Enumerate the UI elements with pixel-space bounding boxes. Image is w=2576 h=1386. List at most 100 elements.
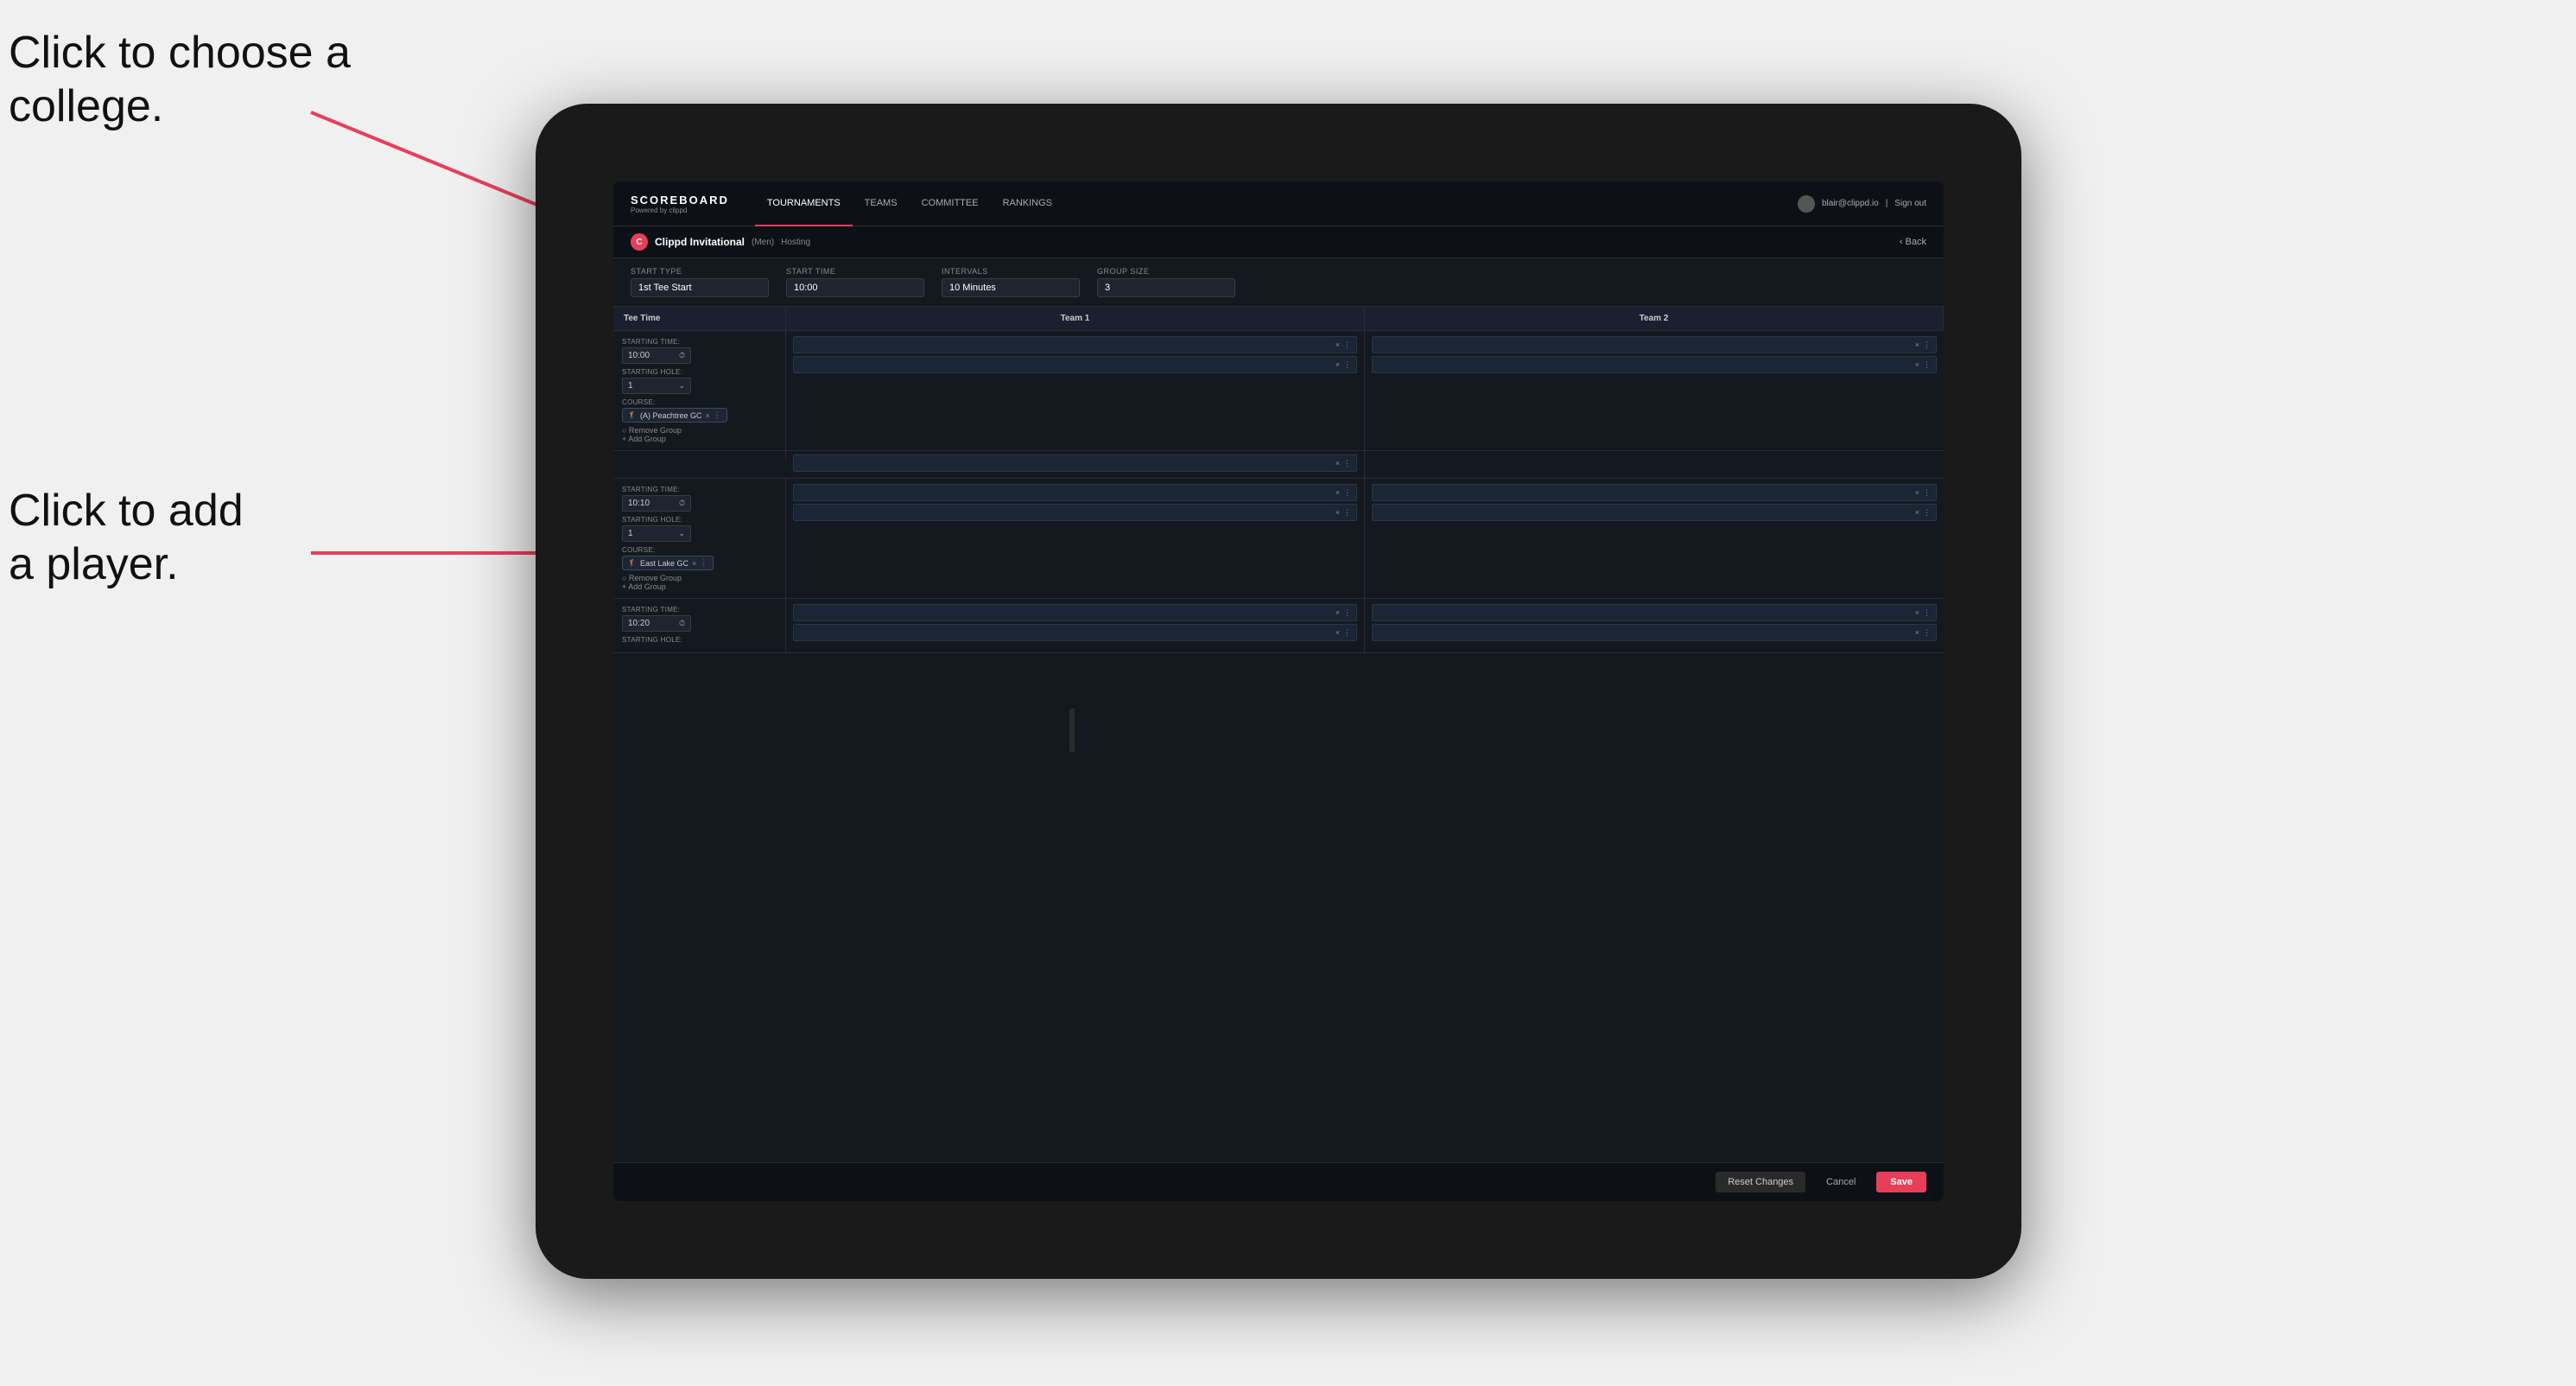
intervals-label: Intervals: [942, 267, 1080, 276]
remove-group-1[interactable]: ○ Remove Group: [622, 426, 777, 435]
add-group-1[interactable]: +Add Group: [622, 435, 777, 443]
tablet-side-button: [1069, 709, 1075, 752]
course-icon-1: 🏌: [628, 411, 637, 419]
nav-separator: |: [1886, 199, 1888, 208]
annotation-line2: college.: [9, 81, 163, 131]
nav-rankings[interactable]: RANKINGS: [991, 181, 1064, 226]
player-slot-x-3-1[interactable]: ×: [1336, 488, 1340, 497]
nav-committee[interactable]: COMMITTEE: [910, 181, 991, 226]
intervals-select[interactable]: 10 Minutes: [942, 278, 1080, 297]
tablet-screen: SCOREBOARD Powered by clippd TOURNAMENTS…: [613, 181, 1944, 1201]
starting-time-label-1: STARTING TIME:: [622, 338, 777, 346]
intervals-group: Intervals 10 Minutes: [942, 267, 1080, 297]
nav-teams[interactable]: TEAMS: [853, 181, 910, 226]
extra-slot-dots-1: ⋮: [1343, 459, 1351, 468]
starting-hole-label-3: STARTING HOLE:: [622, 636, 777, 644]
course-badge-2[interactable]: 🏌 East Lake GC × ⋮: [622, 556, 714, 570]
player-slot-5-2[interactable]: × ⋮: [793, 624, 1357, 641]
starting-hole-input-1[interactable]: 1⌄: [622, 378, 691, 394]
breadcrumb: C Clippd Invitational (Men) Hosting: [631, 233, 810, 251]
course-remove-1[interactable]: ×: [706, 411, 710, 420]
tablet-frame: SCOREBOARD Powered by clippd TOURNAMENTS…: [536, 104, 2021, 1279]
starting-time-input-3[interactable]: 10:20⏱: [622, 615, 691, 632]
annotation-line3: Click to add: [9, 486, 244, 536]
starting-hole-input-2[interactable]: 1⌄: [622, 525, 691, 542]
extra-row-1: × ⋮: [613, 451, 1944, 479]
group-row-3: STARTING TIME: 10:20⏱ STARTING HOLE: × ⋮…: [613, 599, 1944, 653]
start-type-select[interactable]: 1st Tee Start: [631, 278, 769, 297]
table-header: Tee Time Team 1 Team 2: [613, 307, 1944, 331]
player-slot-4-1[interactable]: × ⋮: [1372, 484, 1937, 501]
player-slot-x-5-1[interactable]: ×: [1336, 608, 1340, 617]
extra-left-1: [613, 451, 786, 460]
reset-button[interactable]: Reset Changes: [1716, 1172, 1805, 1192]
player-slot-dots-5-2: ⋮: [1343, 628, 1351, 638]
player-slot-dots-1-1: ⋮: [1343, 340, 1351, 350]
cancel-button[interactable]: Cancel: [1814, 1172, 1868, 1192]
annotation-line1: Click to choose a: [9, 28, 351, 78]
extra-slot-1[interactable]: × ⋮: [793, 455, 1357, 472]
start-time-input[interactable]: [786, 278, 924, 297]
player-slot-x-3-2[interactable]: ×: [1336, 508, 1340, 517]
col-team2: Team 2: [1365, 307, 1944, 330]
col-team1: Team 1: [786, 307, 1365, 330]
user-email: blair@clippd.io: [1822, 199, 1879, 208]
player-slot-dots-4-1: ⋮: [1923, 488, 1931, 498]
nav-tournaments[interactable]: TOURNAMENTS: [755, 181, 853, 226]
player-slot-dots-5-1: ⋮: [1343, 608, 1351, 618]
team2-col-2: × ⋮ × ⋮: [1365, 479, 1944, 598]
course-dots-2: ⋮: [700, 558, 707, 568]
course-badge-1[interactable]: 🏌 (A) Peachtree GC × ⋮: [622, 408, 727, 423]
player-slot-6-1[interactable]: × ⋮: [1372, 604, 1937, 621]
group-left-2: STARTING TIME: 10:10⏱ STARTING HOLE: 1⌄ …: [613, 479, 786, 598]
add-group-2[interactable]: +Add Group: [622, 582, 777, 591]
player-slot-dots-3-1: ⋮: [1343, 488, 1351, 498]
player-slot-x-2-1[interactable]: ×: [1915, 340, 1919, 349]
col-tee-time: Tee Time: [613, 307, 786, 330]
group-size-group: Group Size: [1097, 267, 1235, 297]
starting-hole-label-2: STARTING HOLE:: [622, 516, 777, 524]
player-slot-x-2-2[interactable]: ×: [1915, 360, 1919, 369]
player-slot-5-1[interactable]: × ⋮: [793, 604, 1357, 621]
player-slot-x-5-2[interactable]: ×: [1336, 628, 1340, 637]
sign-out-link[interactable]: Sign out: [1894, 199, 1926, 208]
logo-area: SCOREBOARD Powered by clippd: [631, 194, 729, 214]
player-slot-4-2[interactable]: × ⋮: [1372, 504, 1937, 521]
player-slot-1-2[interactable]: × ⋮: [793, 356, 1357, 373]
schedule-table: Tee Time Team 1 Team 2 STARTING TIME: 10…: [613, 307, 1944, 1162]
team1-col-2: × ⋮ × ⋮: [786, 479, 1365, 598]
back-button[interactable]: ‹ Back: [1900, 237, 1926, 247]
group-row-1: STARTING TIME: 10:00⏱ STARTING HOLE: 1⌄ …: [613, 331, 1944, 451]
player-slot-x-4-1[interactable]: ×: [1915, 488, 1919, 497]
save-button[interactable]: Save: [1876, 1172, 1926, 1192]
starting-time-input-1[interactable]: 10:00⏱: [622, 347, 691, 364]
remove-group-2[interactable]: ○ Remove Group: [622, 574, 777, 582]
player-slot-2-2[interactable]: × ⋮: [1372, 356, 1937, 373]
start-time-label: Start Time: [786, 267, 924, 276]
player-slot-3-2[interactable]: × ⋮: [793, 504, 1357, 521]
group-size-input[interactable]: [1097, 278, 1235, 297]
start-type-group: Start Type 1st Tee Start: [631, 267, 769, 297]
player-slot-6-2[interactable]: × ⋮: [1372, 624, 1937, 641]
form-controls: Start Type 1st Tee Start Start Time Inte…: [613, 258, 1944, 307]
team1-col-3: × ⋮ × ⋮: [786, 599, 1365, 652]
starting-time-input-2[interactable]: 10:10⏱: [622, 495, 691, 512]
player-slot-x-6-1[interactable]: ×: [1915, 608, 1919, 617]
extra-slot-x-1[interactable]: ×: [1336, 459, 1340, 467]
player-slot-2-1[interactable]: × ⋮: [1372, 336, 1937, 353]
player-slot-dots-2-2: ⋮: [1923, 360, 1931, 370]
course-remove-2[interactable]: ×: [692, 559, 696, 568]
player-slot-1-1[interactable]: × ⋮: [793, 336, 1357, 353]
player-slot-3-1[interactable]: × ⋮: [793, 484, 1357, 501]
player-slot-dots-4-2: ⋮: [1923, 508, 1931, 518]
player-slot-x-1-2[interactable]: ×: [1336, 360, 1340, 369]
starting-time-label-3: STARTING TIME:: [622, 606, 777, 614]
player-slot-dots-2-1: ⋮: [1923, 340, 1931, 350]
player-slot-x-4-2[interactable]: ×: [1915, 508, 1919, 517]
starting-hole-label-1: STARTING HOLE:: [622, 368, 777, 376]
bottom-bar: Reset Changes Cancel Save: [613, 1162, 1944, 1201]
player-slot-dots-3-2: ⋮: [1343, 508, 1351, 518]
player-slot-x-1-1[interactable]: ×: [1336, 340, 1340, 349]
top-nav: SCOREBOARD Powered by clippd TOURNAMENTS…: [613, 181, 1944, 226]
player-slot-x-6-2[interactable]: ×: [1915, 628, 1919, 637]
